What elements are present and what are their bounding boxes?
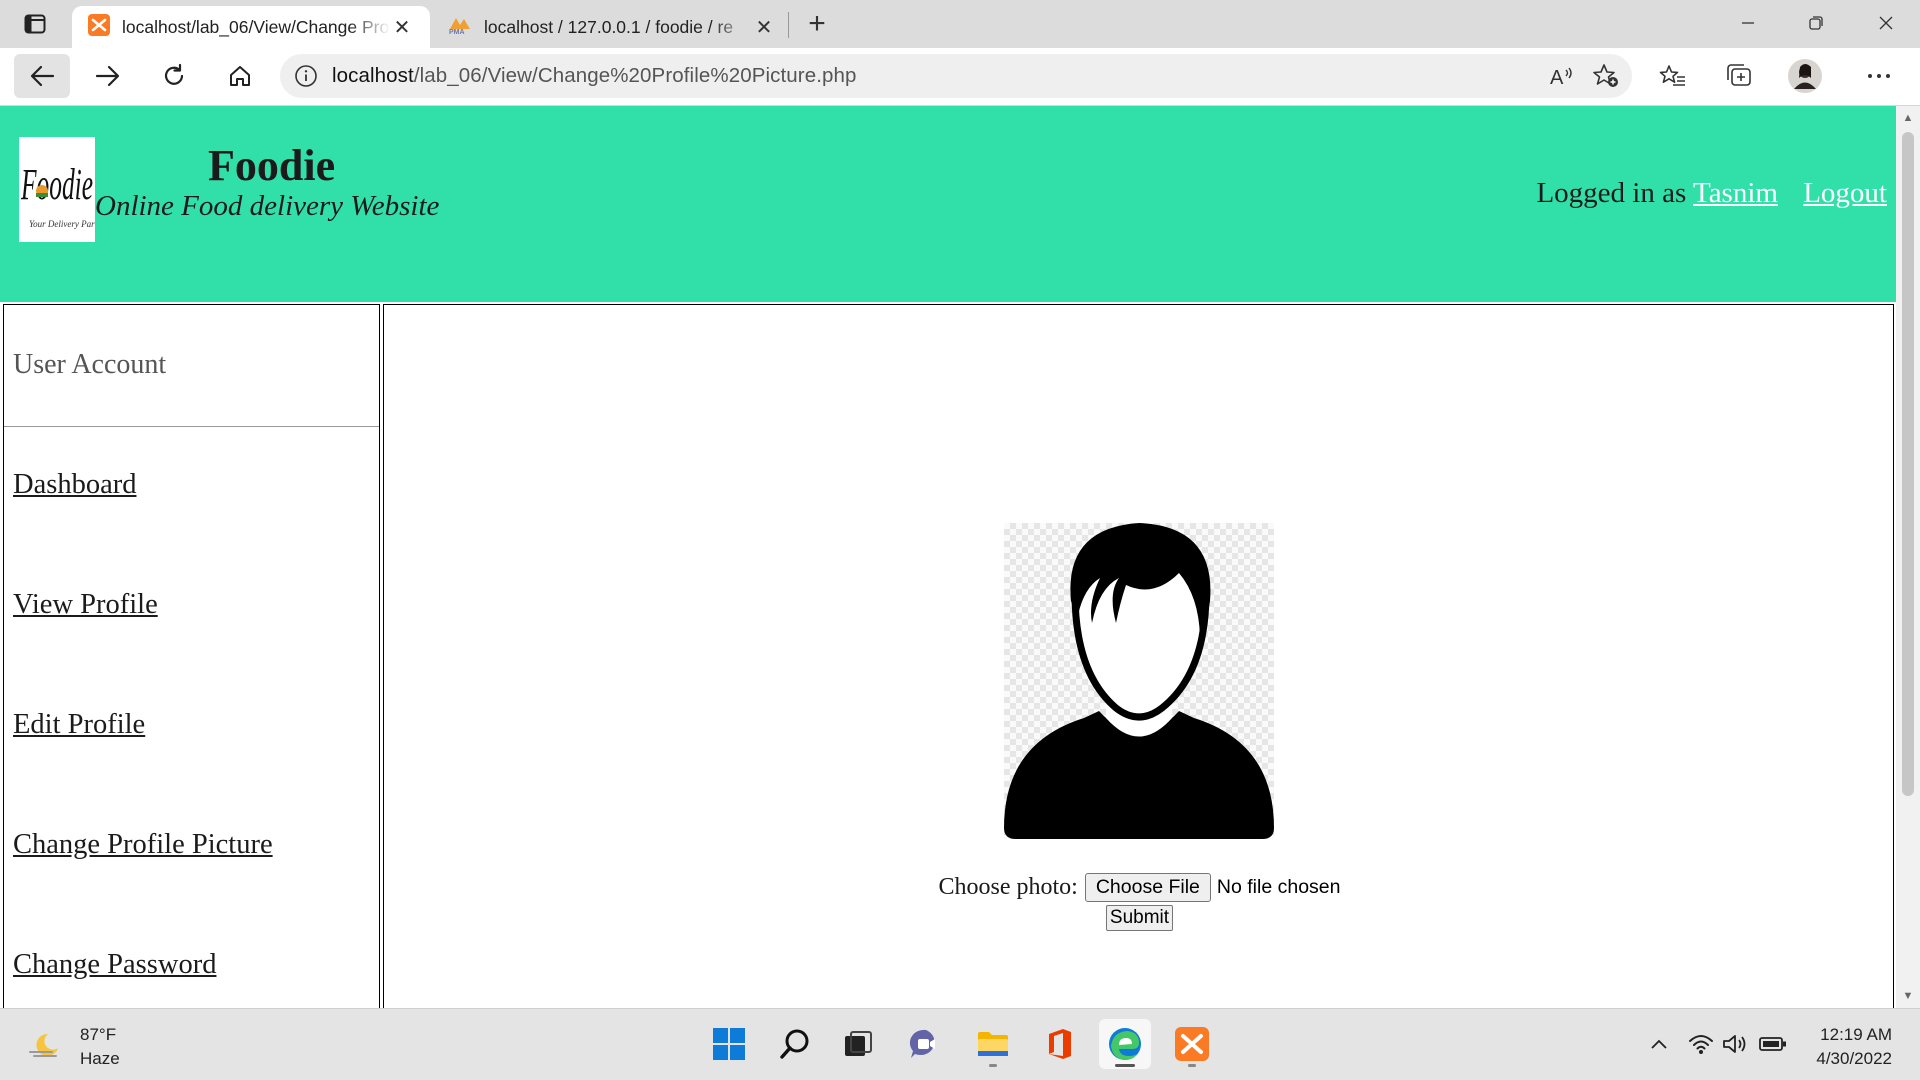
submit-button[interactable]: Submit (1105, 905, 1174, 931)
tab-separator (788, 12, 789, 38)
chevron-up-icon[interactable] (1646, 1029, 1672, 1059)
submit-row: Submit (384, 905, 1895, 931)
scroll-up-icon[interactable]: ▲ (1902, 112, 1914, 124)
close-tab-icon[interactable]: ✕ (752, 15, 776, 39)
login-status: Logged in as Tasnim Logout (1536, 177, 1887, 210)
search-icon[interactable] (769, 1019, 821, 1069)
restore-icon[interactable] (1782, 0, 1850, 46)
logged-in-label: Logged in as (1536, 177, 1687, 209)
forward-button[interactable] (80, 54, 136, 98)
minimize-icon[interactable] (1714, 0, 1782, 46)
tab-title: localhost / 127.0.0.1 / foodie / re (484, 16, 734, 37)
sidebar: User Account Dashboard View Profile Edit… (3, 304, 380, 1008)
logout-link[interactable]: Logout (1803, 177, 1887, 209)
close-window-icon[interactable] (1852, 0, 1920, 46)
moon-haze-icon (28, 1030, 62, 1065)
site-title: Foodie (208, 141, 336, 190)
sidebar-link-view-profile[interactable]: View Profile (13, 589, 158, 621)
file-status: No file chosen (1216, 876, 1341, 898)
web-page: Foodie Your Delivery Partner Foodie Onli… (0, 106, 1896, 1008)
svg-text:Your Delivery Partner: Your Delivery Partner (29, 219, 95, 229)
main-content: Choose photo: Choose File No file chosen… (383, 304, 1894, 1008)
tab-change-profile-picture[interactable]: localhost/lab_06/View/Change Profile Pic… (72, 6, 430, 48)
tab-phpmyadmin[interactable]: PMA localhost / 127.0.0.1 / foodie / re … (432, 6, 792, 48)
address-bar[interactable]: localhost/lab_06/View/Change%20Profile%2… (280, 54, 1632, 98)
running-indicator (1188, 1064, 1196, 1067)
site-header: Foodie Your Delivery Partner Foodie Onli… (0, 106, 1896, 302)
refresh-button[interactable] (146, 54, 202, 98)
scrollbar-thumb[interactable] (1902, 132, 1914, 796)
username-link[interactable]: Tasnim (1693, 177, 1778, 209)
weather-temp: 87°F (80, 1025, 117, 1044)
sidebar-heading: User Account (4, 305, 379, 427)
back-button[interactable] (14, 54, 70, 98)
xampp-icon (88, 13, 110, 41)
svg-text:PMA: PMA (449, 29, 465, 35)
start-icon[interactable] (703, 1019, 755, 1069)
site-info-icon[interactable] (280, 64, 332, 88)
clock[interactable]: 12:19 AM 4/30/2022 (1816, 1023, 1892, 1071)
volume-icon[interactable] (1720, 1029, 1750, 1059)
close-tab-icon[interactable]: ✕ (390, 15, 414, 39)
teams-chat-icon[interactable] (900, 1019, 952, 1069)
tab-title: localhost/lab_06/View/Change Profile Pic… (122, 16, 390, 37)
sidebar-link-edit-profile[interactable]: Edit Profile (13, 709, 145, 741)
browser-toolbar: localhost/lab_06/View/Change%20Profile%2… (0, 48, 1920, 106)
sidebar-link-dashboard[interactable]: Dashboard (13, 469, 136, 501)
foodie-logo: Foodie Your Delivery Partner (19, 137, 95, 242)
running-indicator (989, 1064, 997, 1067)
photo-upload-row: Choose photo: Choose File No file chosen (384, 873, 1895, 902)
weather-widget[interactable]: 87°F Haze (28, 1023, 120, 1071)
sidebar-link-change-password[interactable]: Change Password (13, 949, 216, 981)
wifi-icon[interactable] (1686, 1029, 1716, 1059)
running-indicator (1115, 1064, 1135, 1067)
url-text: localhost/lab_06/View/Change%20Profile%2… (332, 64, 857, 87)
profile-avatar[interactable] (1782, 54, 1828, 98)
scroll-down-icon[interactable]: ▼ (1902, 990, 1914, 1002)
battery-icon[interactable] (1757, 1029, 1789, 1059)
choose-photo-label: Choose photo: (938, 874, 1078, 900)
svg-text:A: A (1550, 67, 1564, 88)
task-view-icon[interactable] (832, 1019, 884, 1069)
sidebar-link-change-profile-picture[interactable]: Change Profile Picture (13, 829, 273, 861)
collections-icon[interactable] (1716, 54, 1762, 98)
xampp-taskbar-icon[interactable] (1166, 1019, 1218, 1069)
weather-desc: Haze (80, 1049, 120, 1068)
add-favorite-icon[interactable] (1584, 54, 1628, 98)
taskbar: 87°F Haze 12:19 AM 4/30/2022 (0, 1008, 1920, 1080)
office-icon[interactable] (1034, 1019, 1086, 1069)
clock-date: 4/30/2022 (1816, 1049, 1892, 1068)
svg-text:Foodie: Foodie (20, 160, 93, 209)
browser-tab-strip: localhost/lab_06/View/Change Profile Pic… (0, 0, 1920, 48)
more-menu-icon[interactable] (1856, 54, 1902, 98)
file-explorer-icon[interactable] (967, 1019, 1019, 1069)
clock-time: 12:19 AM (1820, 1025, 1892, 1044)
read-aloud-icon[interactable]: A (1540, 54, 1584, 98)
page-scrollbar[interactable]: ▲ ▼ (1896, 106, 1920, 1008)
home-button[interactable] (212, 54, 268, 98)
choose-file-button[interactable]: Choose File (1084, 873, 1211, 902)
edge-browser-icon[interactable] (1099, 1019, 1151, 1069)
site-tagline: Online Food delivery Website (95, 190, 440, 222)
new-tab-icon[interactable]: + (800, 7, 834, 40)
profile-picture (1004, 523, 1274, 839)
phpmyadmin-icon: PMA (448, 15, 472, 40)
favorites-icon[interactable] (1650, 54, 1696, 98)
tab-actions-icon[interactable] (18, 10, 52, 38)
